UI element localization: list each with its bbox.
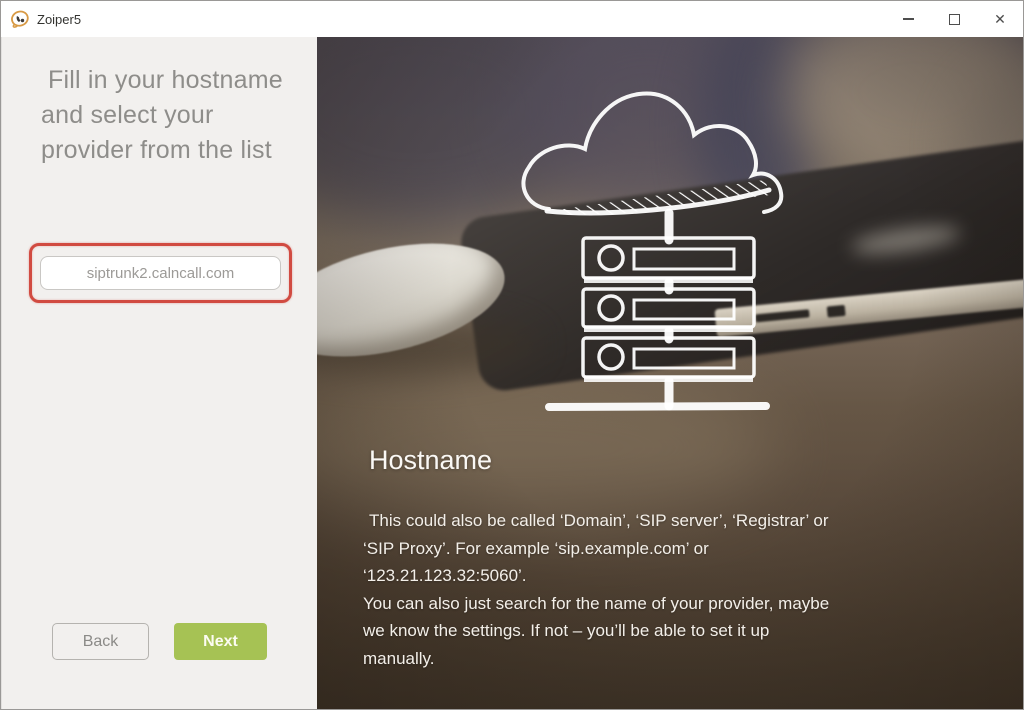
wizard-heading-line: Fill in your hostname [48,66,283,94]
wizard-heading-line: provider from the list [41,136,272,164]
window-title: Zoiper5 [37,11,82,27]
wizard-heading: Fill in your hostname and select your pr… [41,63,283,168]
info-panel: Hostname This could also be called ‘Doma… [317,37,1023,709]
info-description-line: You can also just search for the name of… [363,593,830,613]
titlebar: Zoiper5 ✕ [1,1,1023,37]
info-description-line: This could also be called ‘Domain’, ‘SIP… [369,511,829,530]
back-button[interactable]: Back [52,623,149,660]
minimize-button[interactable] [885,1,931,37]
hostname-input[interactable] [40,256,281,290]
info-description-line: manually. [363,648,435,668]
zoiper-window: Zoiper5 ✕ Fill in your hostname and sele… [0,0,1024,710]
window-controls: ✕ [885,1,1023,37]
wizard-heading-line: and select your [41,101,214,129]
close-button[interactable]: ✕ [977,1,1023,37]
close-icon: ✕ [994,11,1006,27]
info-description: This could also be called ‘Domain’, ‘SIP… [363,507,943,672]
info-description-line: ‘123.21.123.32:5060’. [363,566,527,585]
wizard-buttons: Back Next [2,623,318,660]
hostname-highlight-annotation [29,243,292,303]
info-description-line: we know the settings. If not – you’ll be… [363,621,770,640]
maximize-icon [948,13,960,25]
wizard-panel: Fill in your hostname and select your pr… [1,37,318,709]
info-title: Hostname [369,445,493,475]
zoiper-logo-icon [9,8,31,30]
maximize-button[interactable] [931,1,977,37]
info-description-line: ‘SIP Proxy’. For example ‘sip.example.co… [363,538,709,558]
next-button[interactable]: Next [174,623,267,660]
minimize-icon [902,18,914,20]
